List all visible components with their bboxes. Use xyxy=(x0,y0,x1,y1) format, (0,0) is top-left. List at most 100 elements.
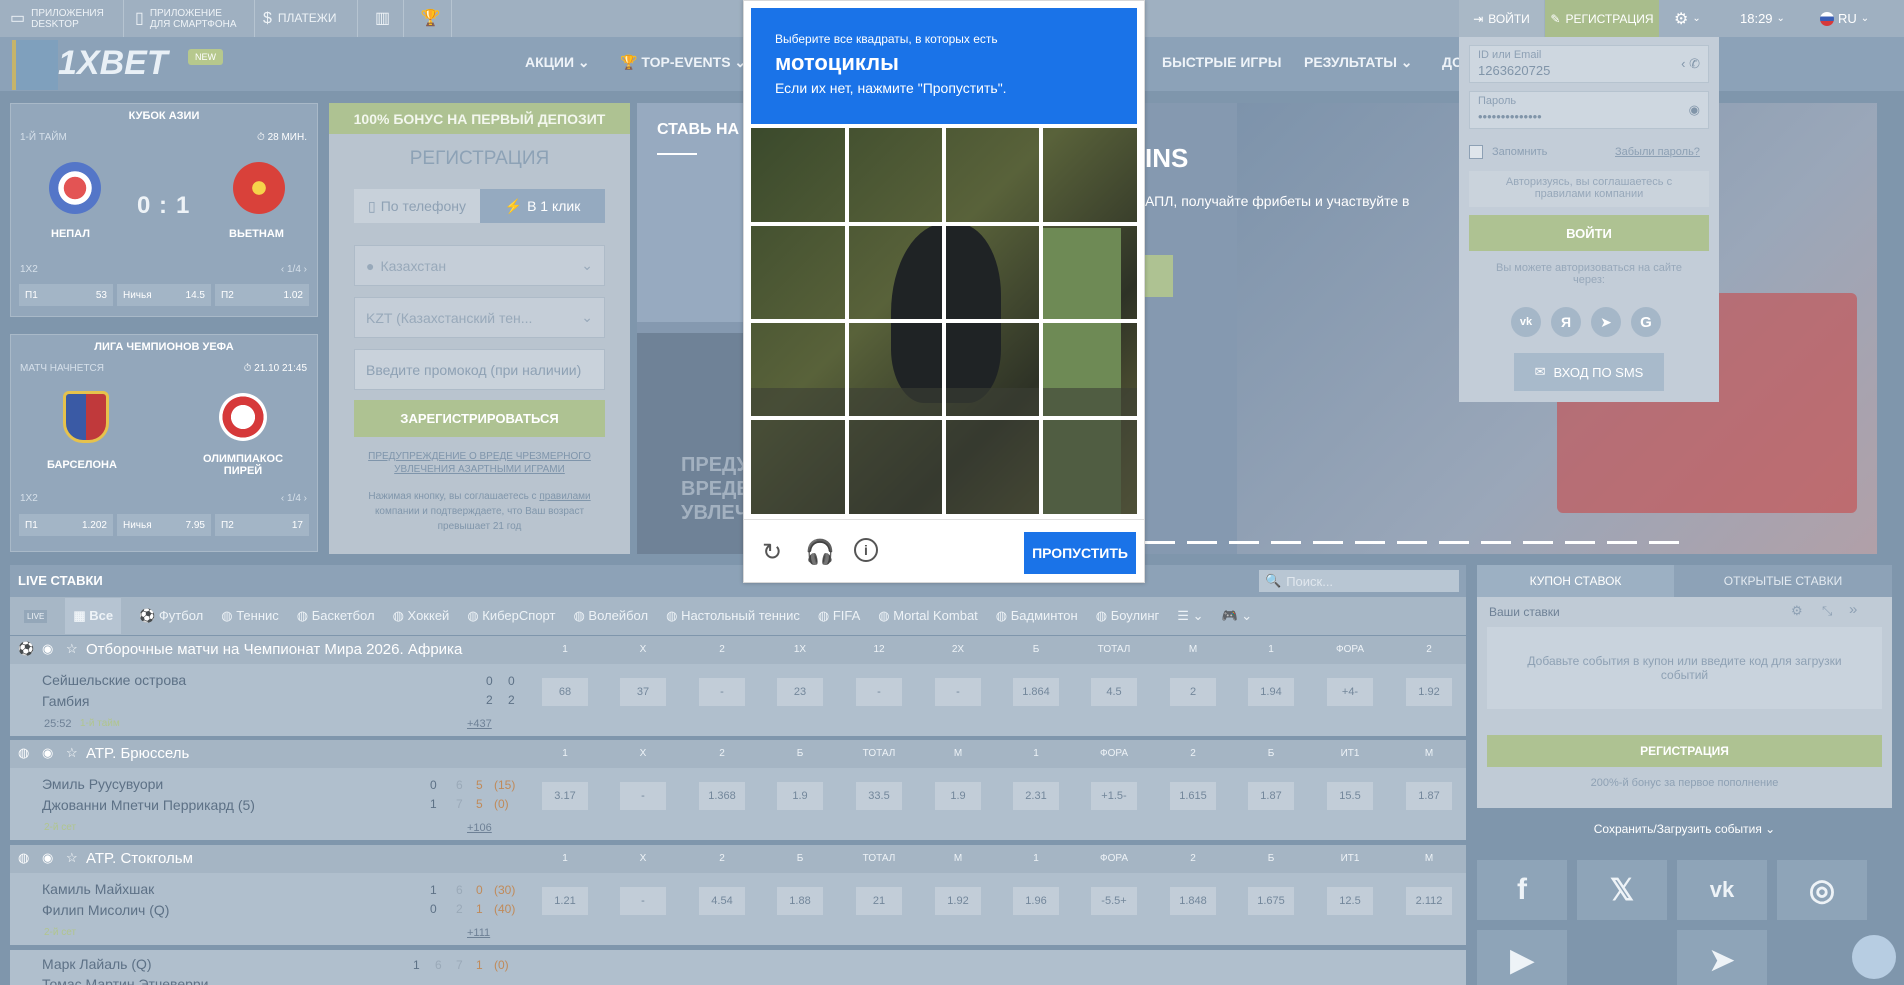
terms-link[interactable]: правилами xyxy=(539,491,590,502)
tab-volleyball[interactable]: ◍ Волейбол xyxy=(573,608,648,624)
odds-cell[interactable]: 2 xyxy=(1170,678,1216,706)
eye-icon[interactable]: ◉ xyxy=(1689,102,1700,118)
odds-cell[interactable]: 1.96 xyxy=(1013,887,1059,915)
odd-home[interactable]: П1 1.202 xyxy=(19,514,113,536)
tab-tennis[interactable]: ◍ Теннис xyxy=(221,608,279,624)
odds-cell[interactable]: 4.5 xyxy=(1091,678,1137,706)
more-markets-link[interactable]: +437 xyxy=(467,718,492,730)
odds-cell[interactable]: 1.92 xyxy=(1406,678,1452,706)
odds-cell[interactable]: - xyxy=(856,678,902,706)
vk-icon[interactable]: vk xyxy=(1677,860,1767,920)
nav-results[interactable]: РЕЗУЛЬТАТЫ ⌄ xyxy=(1304,54,1413,71)
stats-link[interactable]: ▥ xyxy=(362,0,404,37)
odds-cell[interactable]: 1.92 xyxy=(935,887,981,915)
promo-code-input[interactable]: Введите промокод (при наличии) xyxy=(354,349,605,390)
odds-cell[interactable]: 2.31 xyxy=(1013,782,1059,810)
support-chat-icon[interactable] xyxy=(1852,935,1896,979)
odds-cell[interactable]: -5.5+ xyxy=(1091,887,1137,915)
odd-away[interactable]: П2 1.02 xyxy=(215,284,309,306)
info-icon[interactable]: i xyxy=(854,538,878,562)
country-select[interactable]: ● Казахстан ⌄ xyxy=(354,245,605,286)
google-login-icon[interactable]: G xyxy=(1631,307,1661,337)
odds-cell[interactable]: 1.615 xyxy=(1170,782,1216,810)
tab-one-click[interactable]: ⚡ В 1 клик xyxy=(480,189,605,223)
tab-bowling[interactable]: ◍ Боулинг xyxy=(1096,608,1160,624)
odds-cell[interactable]: +4- xyxy=(1327,678,1373,706)
odds-cell[interactable]: 1.675 xyxy=(1248,887,1294,915)
facebook-icon[interactable]: f xyxy=(1477,860,1567,920)
odds-cell[interactable]: - xyxy=(935,678,981,706)
odds-cell[interactable]: 1.9 xyxy=(935,782,981,810)
odd-draw[interactable]: Ничья 14.5 xyxy=(117,284,211,306)
odds-cell[interactable]: 15.5 xyxy=(1327,782,1373,810)
logo[interactable]: 1XBET xyxy=(58,44,168,83)
odds-cell[interactable]: 1.21 xyxy=(542,887,588,915)
login-submit-button[interactable]: ВОЙТИ xyxy=(1469,215,1709,251)
password-field[interactable]: Пароль •••••••••••••• ◉ xyxy=(1469,91,1709,129)
card-pager[interactable]: ‹ 1/4 › xyxy=(281,493,307,504)
tab-open-bets[interactable]: ОТКРЫТЫЕ СТАВКИ xyxy=(1674,565,1892,597)
tab-hockey[interactable]: ◍ Хоккей xyxy=(393,608,450,624)
odds-cell[interactable]: - xyxy=(620,782,666,810)
mobile-app-link[interactable]: ▯ ПРИЛОЖЕНИЕ ДЛЯ СМАРТФОНА xyxy=(135,0,255,37)
nav-promotions[interactable]: АКЦИИ ⌄ xyxy=(525,54,590,71)
register-button[interactable]: ✎ РЕГИСТРАЦИЯ xyxy=(1545,0,1659,37)
tab-all[interactable]: ▦ Все xyxy=(65,598,122,634)
live-search-input[interactable]: 🔍 Поиск... xyxy=(1259,570,1459,592)
odds-cell[interactable]: +1.5- xyxy=(1091,782,1137,810)
more-markets-link[interactable]: +106 xyxy=(467,822,492,834)
tab-badminton[interactable]: ◍ Бадминтон xyxy=(996,608,1078,624)
match-card-champions-league[interactable]: ЛИГА ЧЕМПИОНОВ УЕФА МАТЧ НАЧНЕТСЯ ⏱ 21.1… xyxy=(10,334,318,552)
star-icon[interactable]: ☆ xyxy=(66,745,78,761)
register-submit-button[interactable]: ЗАРЕГИСТРИРОВАТЬСЯ xyxy=(354,400,605,437)
odds-cell[interactable]: 1.87 xyxy=(1406,782,1452,810)
banner-cta-button[interactable] xyxy=(1145,255,1173,297)
more-markets-link[interactable]: +111 xyxy=(467,927,490,939)
gear-icon[interactable]: ⚙ xyxy=(1791,603,1803,619)
youtube-icon[interactable]: ▶ xyxy=(1477,930,1567,985)
odds-cell[interactable]: 2.112 xyxy=(1406,887,1452,915)
tab-mortal-kombat[interactable]: ◍ Mortal Kombat xyxy=(878,608,978,624)
odds-cell[interactable]: 1.864 xyxy=(1013,678,1059,706)
payments-link[interactable]: $ ПЛАТЕЖИ xyxy=(263,0,358,37)
odds-cell[interactable]: 1.368 xyxy=(699,782,745,810)
tab-esports[interactable]: ◍ КиберСпорт xyxy=(467,608,555,624)
audio-icon[interactable]: 🎧 xyxy=(805,538,835,566)
odds-cell[interactable]: 1.9 xyxy=(777,782,823,810)
coupon-register-button[interactable]: РЕГИСТРАЦИЯ xyxy=(1487,735,1882,767)
odds-cell[interactable]: 37 xyxy=(620,678,666,706)
odds-cell[interactable]: 4.54 xyxy=(699,887,745,915)
odds-cell[interactable]: 1.848 xyxy=(1170,887,1216,915)
tab-bet-slip[interactable]: КУПОН СТАВОК xyxy=(1477,565,1674,597)
odds-cell[interactable]: 33.5 xyxy=(856,782,902,810)
star-icon[interactable]: ☆ xyxy=(66,641,78,657)
trophy-link[interactable]: 🏆 xyxy=(410,0,452,37)
match-row[interactable]: Марк Лайаль (Q) Томас Мартин Этчеверри 1… xyxy=(10,950,1466,985)
forgot-password-link[interactable]: Забыли пароль? xyxy=(1615,146,1700,158)
nav-top-events[interactable]: 🏆 TOP-EVENTS ⌄ xyxy=(620,54,746,71)
vk-login-icon[interactable]: vk xyxy=(1511,307,1541,337)
nav-fast-games[interactable]: БЫСТРЫЕ ИГРЫ xyxy=(1162,54,1281,70)
gambling-warning-link[interactable]: ПРЕДУПРЕЖДЕНИЕ О ВРЕДЕ ЧРЕЗМЕРНОГО УВЛЕЧ… xyxy=(359,450,600,476)
tab-by-phone[interactable]: ▯ По телефону xyxy=(354,189,480,223)
tab-fifa[interactable]: ◍ FIFA xyxy=(818,608,860,624)
captcha-skip-button[interactable]: ПРОПУСТИТЬ xyxy=(1024,532,1136,574)
collapse-icon[interactable]: ⤡ xyxy=(1822,603,1832,619)
telegram-icon[interactable]: ➤ xyxy=(1677,930,1767,985)
remember-checkbox[interactable] xyxy=(1469,145,1483,159)
odds-cell[interactable]: 1.87 xyxy=(1248,782,1294,810)
odds-cell[interactable]: 23 xyxy=(777,678,823,706)
login-button[interactable]: ⇥ ВОЙТИ xyxy=(1459,0,1544,37)
settings-button[interactable]: ⚙ ⌄ xyxy=(1674,0,1701,37)
id-email-field[interactable]: ID или Email 1263620725 ‹ ✆ xyxy=(1469,45,1709,83)
desktop-app-link[interactable]: ▭ ПРИЛОЖЕНИЯ DESKTOP xyxy=(10,0,124,37)
telegram-login-icon[interactable]: ➤ xyxy=(1591,307,1621,337)
double-chevron-right-icon[interactable]: » xyxy=(1849,601,1857,618)
odds-cell[interactable]: 1.94 xyxy=(1248,678,1294,706)
save-load-events[interactable]: Сохранить/Загрузить события ⌄ xyxy=(1477,822,1892,836)
banner-pagination[interactable] xyxy=(1145,541,1685,544)
odd-home[interactable]: П1 53 xyxy=(19,284,113,306)
match-card-asia-cup[interactable]: КУБОК АЗИИ 1-Й ТАЙМ ⏱ 28 МИН. 0 : 1 НЕПА… xyxy=(10,103,318,317)
currency-select[interactable]: KZT (Казахстанский тен... ⌄ xyxy=(354,297,605,338)
odds-cell[interactable]: 3.17 xyxy=(542,782,588,810)
